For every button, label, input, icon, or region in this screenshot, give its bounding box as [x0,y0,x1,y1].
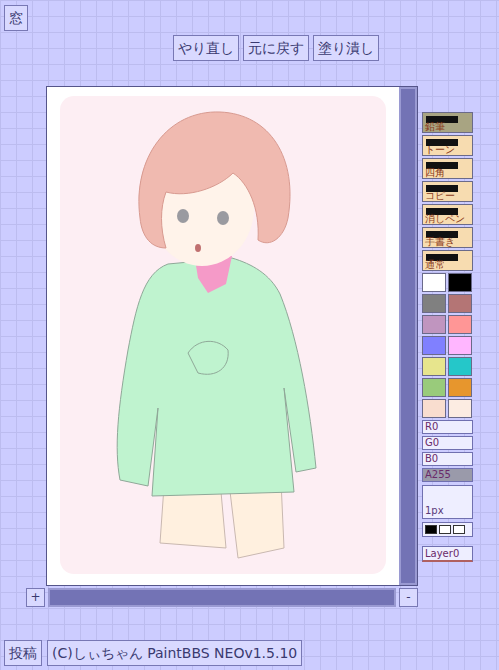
zoom-in-button[interactable]: + [26,588,45,607]
color-slider[interactable]: G0 [422,436,473,450]
tool-label: トーン [425,144,455,155]
line-width-option[interactable] [453,525,465,534]
tool-label: コピー [425,190,455,201]
slider-label: B0 [425,453,438,465]
color-swatch[interactable] [422,378,446,397]
toolbar-button[interactable]: 塗り潰し [313,35,379,61]
tool-button[interactable]: 四角 [422,158,473,179]
tool-button[interactable]: 鉛筆 [422,112,473,133]
footer: 投稿(C)しぃちゃん PaintBBS NEOv1.5.10 [4,640,499,666]
color-swatch[interactable] [422,336,446,355]
slider-label: R0 [425,421,438,433]
color-swatch[interactable] [448,315,472,334]
color-swatch[interactable] [448,336,472,355]
color-slider[interactable]: A255 [422,468,473,482]
tool-label: 消しペン [425,213,465,224]
vertical-scrollbar[interactable] [399,87,417,585]
color-palette [422,273,473,418]
canvas-area: +- [26,86,418,607]
color-slider[interactable]: R0 [422,420,473,434]
pen-size-box[interactable]: 1px [422,485,473,519]
toolbar-button[interactable]: 元に戻す [243,35,309,61]
horizontal-scroll-row: +- [26,588,418,607]
tool-button[interactable]: 通常 [422,250,473,271]
color-swatch[interactable] [422,294,446,313]
tool-button[interactable]: トーン [422,135,473,156]
submit-button[interactable]: 投稿 [4,640,42,666]
color-swatch[interactable] [422,357,446,376]
color-swatch[interactable] [422,315,446,334]
pen-size-label: 1px [425,505,444,517]
illustration [48,88,398,585]
tool-label: 通常 [425,259,445,270]
canvas-frame [46,86,418,586]
tool-label: 四角 [425,167,445,178]
zoom-out-button[interactable]: - [399,588,418,607]
color-swatch[interactable] [422,273,446,292]
color-swatch[interactable] [422,399,446,418]
horizontal-scrollbar[interactable] [48,588,396,607]
color-swatch[interactable] [448,399,472,418]
tool-label: 鉛筆 [425,121,445,132]
layer-selector[interactable]: Layer0 [422,546,473,562]
color-slider[interactable]: B0 [422,452,473,466]
window-button[interactable]: 窓 [4,5,28,31]
line-width-option[interactable] [439,525,451,534]
credit-label[interactable]: (C)しぃちゃん PaintBBS NEOv1.5.10 [47,640,302,666]
tool-button[interactable]: 消しペン [422,204,473,225]
line-width-option[interactable] [425,525,437,534]
color-swatch[interactable] [448,273,472,292]
slider-label: G0 [425,437,439,449]
main-area: +-鉛筆トーン四角コピー消しペン手書き通常R0G0B0A2551pxLayer0 [0,86,499,607]
color-swatch[interactable] [448,378,472,397]
toolbar: やり直し元に戻す塗り潰し [173,35,499,61]
tool-button[interactable]: コピー [422,181,473,202]
toolbar-button[interactable]: やり直し [173,35,239,61]
line-width-selector [422,522,473,537]
tool-panel: 鉛筆トーン四角コピー消しペン手書き通常 R0 G0 B0 A255 1px Layer0 [422,112,473,607]
slider-label: A255 [425,469,451,481]
drawing-canvas[interactable] [48,88,398,585]
color-swatch[interactable] [448,294,472,313]
window-row: 窓 [4,5,499,31]
tool-label: 手書き [425,236,455,247]
color-swatch[interactable] [448,357,472,376]
tool-button[interactable]: 手書き [422,227,473,248]
